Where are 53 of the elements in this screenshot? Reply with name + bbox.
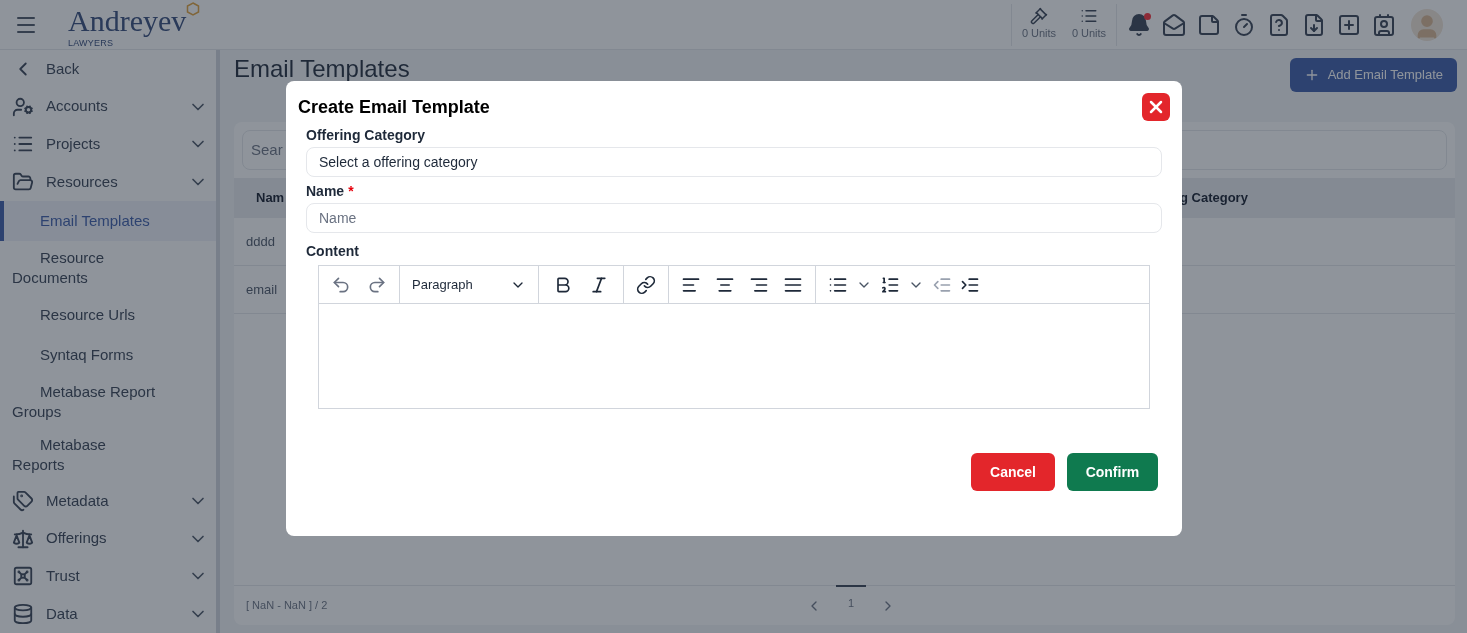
add-icon[interactable]	[1337, 12, 1361, 37]
unit-counter: 0 Units	[1021, 26, 1057, 42]
sidebar-subitem[interactable]: Resource Urls	[0, 294, 216, 335]
bell-icon[interactable]	[1127, 12, 1151, 37]
tags-icon	[12, 490, 34, 512]
name-field[interactable]: Name	[306, 203, 1162, 233]
sidebar-subitem[interactable]: Email Templates	[0, 200, 216, 241]
note-icon[interactable]	[1197, 12, 1221, 37]
logo: Andreyev LAWYERS	[68, 1, 201, 48]
dialog-title: Create Email Template	[298, 95, 490, 119]
link-icon[interactable]	[636, 274, 656, 295]
page-title: Email Templates	[234, 58, 410, 80]
field-label: Offering Category	[306, 126, 426, 145]
database-icon	[12, 603, 34, 626]
redo-icon[interactable]	[367, 274, 387, 295]
scale-icon	[12, 527, 34, 550]
id-card-icon[interactable]	[1372, 12, 1396, 37]
category-select[interactable]: Select a offering category	[306, 147, 1162, 177]
file-question-icon[interactable]	[1267, 12, 1291, 37]
sidebar-subitem[interactable]: Metabase Reports	[0, 428, 216, 483]
sidebar-subitem[interactable]: Resource Documents	[0, 240, 216, 295]
italic-icon[interactable]	[589, 274, 609, 295]
sidebar-item[interactable]: Metadata	[0, 482, 216, 520]
undo-icon[interactable]	[331, 274, 351, 295]
mail-icon[interactable]	[1162, 12, 1186, 37]
sidebar-item[interactable]: Back	[0, 50, 216, 88]
vault-icon	[12, 565, 34, 588]
add-template-button[interactable]: Add Email Template	[1289, 58, 1457, 92]
user-gear-icon	[12, 95, 34, 118]
confirm-button[interactable]: Confirm	[1067, 453, 1158, 491]
sidebar-item[interactable]: Accounts	[0, 87, 216, 126]
column-header: Nam	[256, 189, 285, 208]
sidebar-item[interactable]: Resources	[0, 163, 216, 201]
gavel-icon[interactable]	[1030, 7, 1048, 26]
field-label: Content	[306, 242, 360, 261]
sidebar-item[interactable]: Trust	[0, 557, 216, 596]
file-download-icon[interactable]	[1302, 12, 1326, 37]
sidebar-subitem[interactable]: Syntaq Forms	[0, 334, 216, 375]
sidebar-subitem[interactable]: Metabase Report Groups	[0, 374, 216, 429]
cancel-button[interactable]: Cancel	[971, 453, 1055, 491]
field-label: Name *	[306, 182, 355, 201]
close-button[interactable]	[1142, 93, 1170, 121]
sidebar-item[interactable]: Data	[0, 595, 216, 633]
pagination-range: [ NaN - NaN ] / 2	[246, 598, 329, 614]
rich-text-editor[interactable]: Paragraph	[318, 265, 1150, 409]
sidebar-item[interactable]: Projects	[0, 125, 216, 164]
table-cell-text: dddd	[246, 232, 275, 251]
page-number[interactable]: 1	[836, 585, 867, 612]
block-style-select[interactable]: Paragraph	[400, 266, 539, 303]
sidebar-item[interactable]: Offerings	[0, 519, 216, 558]
table-cell-text: email	[246, 280, 278, 299]
unit-counter: 0 Units	[1071, 26, 1107, 42]
stopwatch-icon[interactable]	[1232, 12, 1256, 37]
